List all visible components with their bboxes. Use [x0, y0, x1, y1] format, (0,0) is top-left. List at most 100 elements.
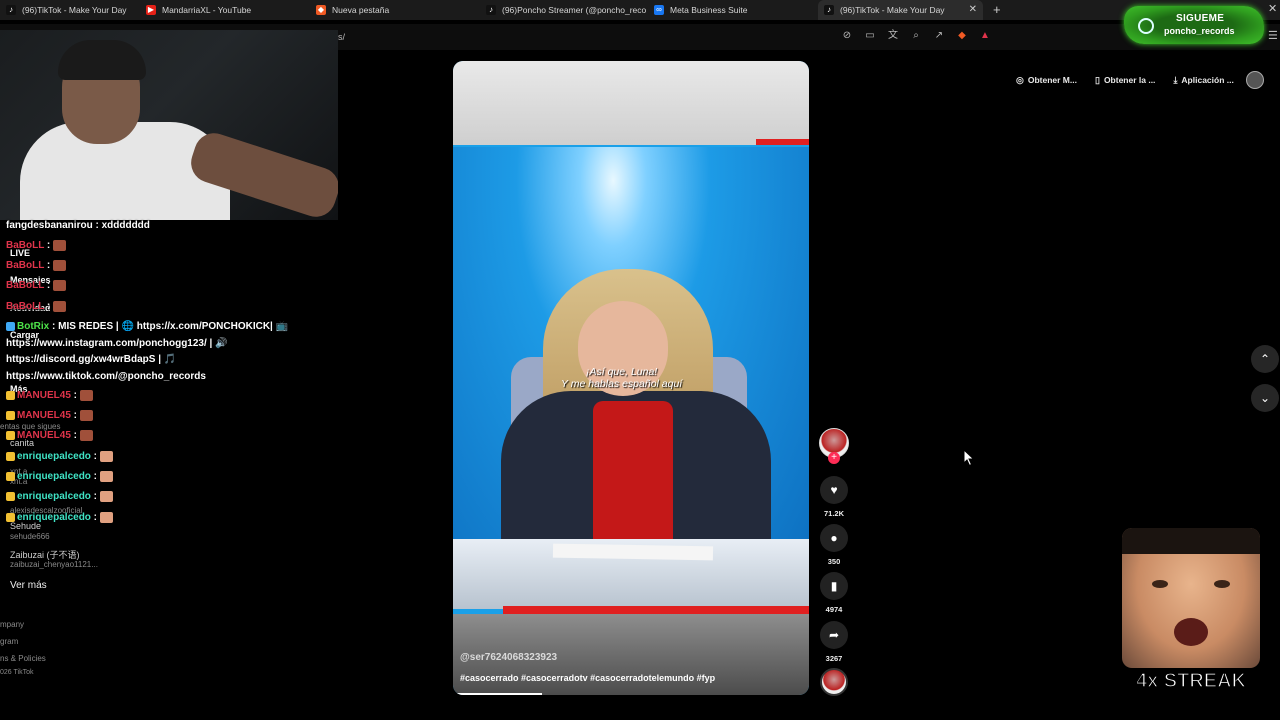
chat-text: : [90, 471, 98, 483]
emote-icon [79, 430, 93, 441]
chat-message: BaBoLL : [6, 240, 67, 252]
chat-username: BaBoLL [6, 280, 45, 292]
streak-eye [1214, 580, 1230, 588]
emote-icon [79, 410, 93, 421]
video-username[interactable]: @ser7624068323923 [460, 652, 557, 663]
phone-icon: ▯ [1094, 74, 1100, 85]
browser-menu-icon[interactable]: ☰ [1268, 29, 1278, 42]
chat-username: fangdesbananirou [6, 220, 93, 231]
chat-username: enriquepalcedo [17, 471, 91, 483]
video-progress-bar[interactable] [453, 693, 542, 695]
browser-tab[interactable]: ∞ Meta Business Suite [648, 0, 818, 20]
streak-eye [1152, 580, 1168, 588]
save-button[interactable]: ▮ [820, 572, 848, 600]
address-text[interactable]: s/ [338, 32, 345, 42]
video-red-bar [756, 139, 809, 145]
chat-text: : [90, 451, 98, 463]
account-handle[interactable]: sehude666 [10, 532, 50, 541]
chevron-down-icon: ⌄ [1259, 391, 1271, 405]
video-player[interactable]: ¡Así que, Luna! Y me hablas español aquí… [453, 61, 809, 695]
brave-shield-icon[interactable]: ◆ [955, 29, 969, 43]
follow-plus-icon[interactable]: + [828, 452, 840, 464]
get-app-button[interactable]: ▯ Obtener la ... [1089, 69, 1161, 91]
streak-mouth [1174, 618, 1208, 646]
music-disc-icon[interactable] [820, 668, 848, 696]
chat-message: MANUEL45 : [6, 430, 93, 441]
subtitle-line: Y me hablas español aquí [561, 378, 683, 390]
footer-link[interactable]: ns & Policies [0, 654, 46, 663]
chat-message: https://www.instagram.com/ponchogg123/ |… [6, 338, 228, 349]
tiktok-icon: ♪ [6, 5, 16, 15]
sub-badge-icon [6, 431, 15, 440]
bot-badge-icon [6, 321, 15, 331]
chat-message: BaBoLL : [6, 280, 67, 292]
follow-badge: SIGUEME poncho_records [1124, 6, 1264, 44]
streak-hair [1122, 528, 1260, 554]
tiktok-icon: ♪ [824, 5, 834, 15]
zoom-icon[interactable]: ⌕ [909, 29, 923, 43]
save-count: 4974 [825, 605, 843, 614]
share-arrow-icon: ➦ [828, 628, 840, 642]
chat-message: BaBoLL : [6, 301, 67, 313]
tab-label: (96)TikTok - Make Your Day [840, 5, 945, 15]
next-video-button[interactable]: ⌄ [1251, 384, 1279, 412]
coins-icon: ◎ [1016, 74, 1024, 85]
spinner-icon [1138, 18, 1154, 34]
window-close-icon[interactable]: ✕ [1268, 2, 1277, 15]
chat-text: : [44, 240, 51, 252]
chat-message: MANUEL45 : [6, 390, 93, 401]
like-button[interactable]: ♥ [820, 476, 848, 504]
copyright: 026 TikTok [0, 669, 34, 676]
browser-tab[interactable]: ♪ (96)TikTok - Make Your Day [0, 0, 140, 20]
emote-icon [53, 301, 67, 312]
meta-icon: ∞ [654, 5, 664, 15]
new-tab-button[interactable]: + [993, 2, 1001, 17]
share-icon[interactable]: ↗ [932, 29, 946, 43]
like-count: 71.2K [823, 509, 844, 518]
browser-tab[interactable]: ◆ Nueva pestaña [310, 0, 480, 20]
youtube-icon: ▶ [146, 5, 156, 15]
chat-username: enriquepalcedo [17, 512, 91, 524]
video-hashtags[interactable]: #casocerrado #casocerradotv #casocerrado… [460, 673, 715, 683]
mute-icon[interactable]: ⊘ [840, 29, 854, 43]
comment-button[interactable]: ● [820, 524, 848, 552]
tab-label: Nueva pestaña [332, 5, 390, 15]
emote-icon [99, 451, 113, 462]
previous-video-button[interactable]: ⌃ [1251, 345, 1279, 373]
brave-icon: ◆ [316, 5, 326, 15]
chat-message: BotRix : MIS REDES | 🌐 https://x.com/PON… [6, 321, 288, 332]
sub-badge-icon [6, 452, 15, 461]
see-more-link[interactable]: Ver más [10, 580, 47, 591]
chat-message: fangdesbananirou : xddddddd [6, 220, 150, 231]
chat-username: BaBoLL [6, 301, 45, 313]
chat-text: : [70, 410, 78, 422]
footer-link[interactable]: mpany [0, 620, 24, 629]
chat-message: MANUEL45 : [6, 410, 93, 421]
browser-tab[interactable]: ♪ (96)Poncho Streamer (@poncho_reco [480, 0, 648, 20]
chat-username: MANUEL45 [17, 390, 71, 402]
follow-line1: SIGUEME [1176, 13, 1225, 24]
chat-text: https://www.tiktok.com/@poncho_records [6, 371, 206, 382]
share-count: 3267 [825, 654, 843, 663]
browser-tab[interactable]: ▶ MandarriaXL - YouTube [140, 0, 310, 20]
account-handle[interactable]: zaibuzai_chenyao1121... [10, 560, 98, 569]
close-tab-icon[interactable]: ✕ [969, 4, 977, 15]
button-label: Obtener M... [1027, 75, 1077, 85]
brave-rewards-icon[interactable]: ▲ [978, 29, 992, 43]
video-presenter-top [593, 401, 673, 551]
share-button[interactable]: ➦ [820, 621, 848, 649]
tiktok-icon: ♪ [486, 5, 496, 15]
download-icon: ⤓ [1173, 74, 1178, 85]
sub-badge-icon [6, 391, 15, 400]
video-subtitle: ¡Así que, Luna! Y me hablas español aquí [561, 366, 682, 390]
emote-icon [53, 280, 67, 291]
get-coins-button[interactable]: ◎ Obtener M... [1010, 69, 1083, 91]
browser-tab-active[interactable]: ♪ (96)TikTok - Make Your Day ✕ [818, 0, 983, 20]
footer-link[interactable]: gram [0, 637, 18, 646]
chat-username: BaBoLL [6, 240, 45, 252]
desktop-app-button[interactable]: ⤓ Aplicación ... [1167, 69, 1239, 91]
translate-icon[interactable]: 文 [886, 29, 900, 43]
profile-avatar[interactable] [1246, 71, 1264, 89]
button-label: Obtener la ... [1103, 75, 1156, 85]
cast-icon[interactable]: ▭ [863, 29, 877, 43]
